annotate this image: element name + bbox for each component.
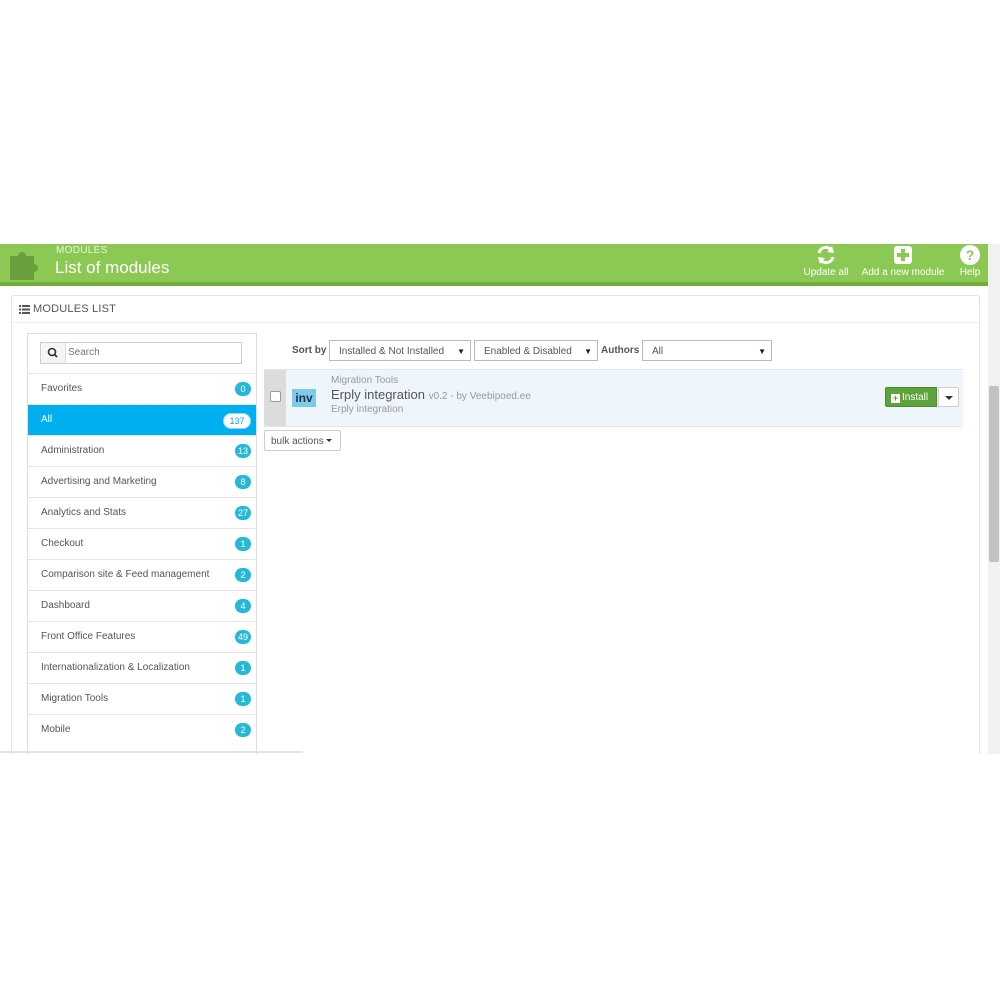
- module-row: inv Migration Tools Erply integration v0…: [264, 369, 963, 427]
- sidebar-item-administration[interactable]: Administration 13: [28, 435, 256, 466]
- count-badge: 1: [235, 692, 251, 706]
- page-title: List of modules: [55, 258, 170, 277]
- category-sidebar: Favorites 0 All 137 Administration 13 Advertis…: [27, 333, 257, 754]
- add-new-module-label: Add a new module: [861, 267, 945, 278]
- sidebar-item-label: Comparison site & Feed management: [41, 569, 210, 580]
- status-filter-select[interactable]: Enabled & Disabled ▼: [474, 340, 598, 361]
- install-dropdown-toggle[interactable]: [938, 387, 959, 407]
- refresh-icon: [817, 245, 835, 265]
- sidebar-item-label: Migration Tools: [41, 693, 109, 704]
- sidebar-item-internationalization-localization[interactable]: Internationalization & Localization 1: [28, 652, 256, 683]
- sidebar-item-analytics-and-stats[interactable]: Analytics and Stats 27: [28, 497, 256, 528]
- module-logo: inv: [292, 389, 316, 407]
- sidebar-item-label: All: [41, 414, 53, 425]
- install-filter-select[interactable]: Installed & Not Installed ▼: [329, 340, 471, 361]
- search-box[interactable]: [40, 342, 242, 364]
- sidebar-item-favorites[interactable]: Favorites 0: [28, 373, 256, 404]
- panel-heading: MODULES LIST: [12, 296, 979, 323]
- breadcrumb[interactable]: MODULES: [56, 245, 108, 256]
- sidebar-item-label: Analytics and Stats: [41, 507, 127, 518]
- scrollbar-thumb[interactable]: [989, 386, 999, 562]
- sidebar-item-migration-tools[interactable]: Migration Tools 1: [28, 683, 256, 714]
- module-name: Erply integration: [331, 387, 425, 402]
- sidebar-item-comparison-site-feed-management[interactable]: Comparison site & Feed management 2: [28, 559, 256, 590]
- sidebar-item-label: Administration: [41, 445, 105, 456]
- sidebar-item-dashboard[interactable]: Dashboard 4: [28, 590, 256, 621]
- checkbox-column: [264, 370, 286, 426]
- sidebar-item-label: Checkout: [41, 538, 84, 549]
- update-all-label: Update all: [803, 267, 849, 278]
- help-label: Help: [959, 267, 981, 278]
- sidebar-item-label: Front Office Features: [41, 631, 136, 642]
- bulk-actions-button[interactable]: bulk actions: [264, 430, 341, 451]
- count-badge: 8: [235, 475, 251, 489]
- sidebar-item-advertising-and-marketing[interactable]: Advertising and Marketing 8: [28, 466, 256, 497]
- authors-select[interactable]: All ▼: [642, 340, 772, 361]
- page-header: MODULES List of modules Update all Add a…: [0, 244, 988, 286]
- caret-down-icon: ▼: [758, 347, 766, 356]
- install-button[interactable]: + Install: [885, 387, 937, 407]
- sidebar-item-label: Internationalization & Localization: [41, 662, 190, 673]
- caret-down-icon: [325, 439, 332, 442]
- sidebar-item-mobile[interactable]: Mobile 2: [28, 714, 256, 745]
- sidebar-item-label: Mobile: [41, 724, 71, 735]
- vertical-scrollbar[interactable]: [988, 244, 1000, 754]
- caret-down-icon: ▼: [584, 347, 592, 356]
- app-window: MODULES List of modules Update all Add a…: [0, 244, 1000, 754]
- help-icon: ?: [960, 245, 980, 265]
- sidebar-item-checkout[interactable]: Checkout 1: [28, 528, 256, 559]
- count-badge: 2: [235, 723, 251, 737]
- search-icon[interactable]: [41, 343, 66, 363]
- add-new-module-button[interactable]: Add a new module: [858, 244, 948, 282]
- list-icon: [19, 304, 30, 314]
- sidebar-item-label: Favorites: [41, 383, 83, 394]
- sidebar-item-all[interactable]: All 137: [28, 404, 256, 435]
- authors-label: Authors: [601, 345, 640, 356]
- module-checkbox[interactable]: [270, 391, 281, 402]
- count-badge: 2: [235, 568, 251, 582]
- count-badge: 1: [235, 537, 251, 551]
- panel-heading-label: MODULES LIST: [33, 303, 117, 315]
- bulk-actions-label: bulk actions: [271, 436, 324, 447]
- count-badge: 137: [223, 413, 251, 429]
- add-icon: [894, 246, 912, 264]
- help-button[interactable]: ? Help: [955, 244, 985, 282]
- install-label: Install: [902, 392, 929, 403]
- category-list: Favorites 0 All 137 Administration 13 Advertis…: [28, 373, 256, 745]
- sort-by-label: Sort by: [292, 345, 327, 356]
- count-badge: 27: [235, 506, 251, 520]
- count-badge: 4: [235, 599, 251, 613]
- caret-down-icon: ▼: [457, 347, 465, 356]
- count-badge: 13: [235, 444, 251, 458]
- count-badge: 1: [235, 661, 251, 675]
- authors-value: All: [652, 346, 664, 357]
- caret-down-icon: [945, 396, 953, 400]
- sidebar-item-label: Advertising and Marketing: [41, 476, 157, 487]
- divider: [0, 751, 303, 753]
- module-version-author: v0.2 - by Veebipoed.ee: [428, 391, 531, 402]
- update-all-button[interactable]: Update all: [800, 244, 852, 282]
- status-filter-value: Enabled & Disabled: [484, 346, 572, 357]
- sidebar-item-label: Dashboard: [41, 600, 90, 611]
- plus-icon: +: [891, 393, 900, 403]
- count-badge: 0: [235, 382, 251, 396]
- module-name-line: Erply integration v0.2 - by Veebipoed.ee: [331, 387, 531, 402]
- puzzle-icon: [10, 252, 38, 280]
- search-input[interactable]: [68, 345, 233, 360]
- install-filter-value: Installed & Not Installed: [339, 346, 445, 357]
- svg-text:?: ?: [966, 247, 975, 263]
- module-category: Migration Tools: [331, 375, 399, 386]
- module-description: Erply integration: [331, 404, 404, 415]
- sidebar-item-front-office-features[interactable]: Front Office Features 49: [28, 621, 256, 652]
- count-badge: 49: [235, 630, 251, 644]
